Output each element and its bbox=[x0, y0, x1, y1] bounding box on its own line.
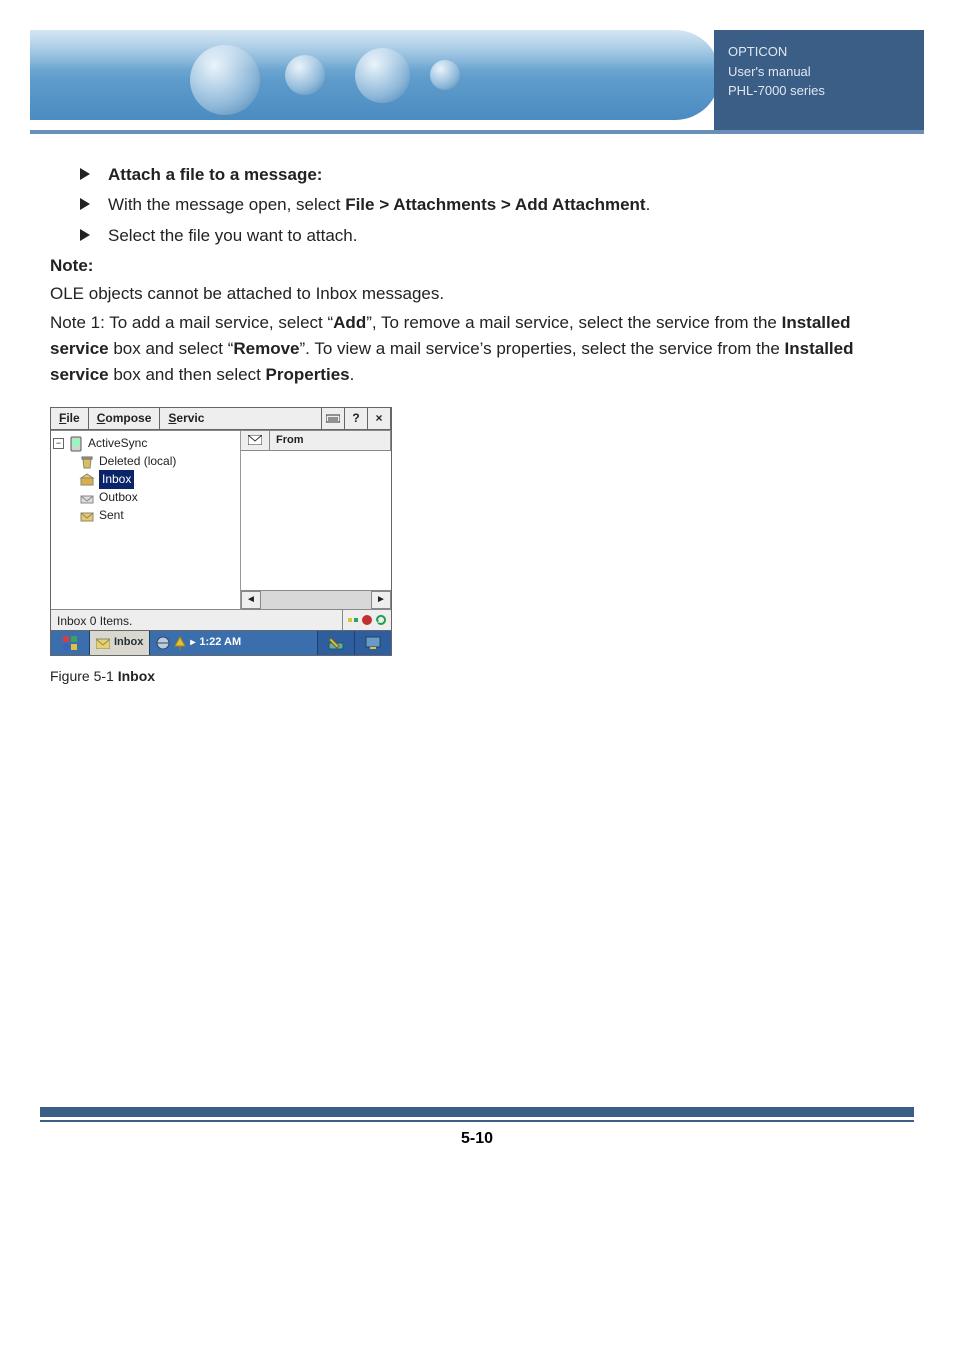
menu-keyboard-icon[interactable] bbox=[322, 408, 345, 430]
page-footer: 5-10 bbox=[40, 1107, 914, 1148]
bullet-select-file: Select the file you want to attach. bbox=[50, 223, 904, 249]
menu-file[interactable]: File bbox=[51, 408, 89, 430]
tree-sent[interactable]: Sent bbox=[53, 507, 238, 525]
tree-deleted[interactable]: Deleted (local) bbox=[53, 453, 238, 471]
brand-line2: User's manual bbox=[728, 62, 910, 82]
tree-inbox-label: Inbox bbox=[99, 470, 134, 489]
scroll-left-icon[interactable]: ◄ bbox=[241, 591, 261, 609]
taskbar-desktop[interactable] bbox=[355, 631, 391, 655]
status-text: Inbox 0 Items. bbox=[51, 610, 343, 630]
h-scrollbar[interactable]: ◄ ► bbox=[241, 590, 391, 609]
bullet-attach-text: Attach a file to a message: bbox=[108, 165, 322, 184]
bullet2-post: . bbox=[646, 195, 651, 214]
status-bar: Inbox 0 Items. bbox=[51, 609, 391, 630]
menu-bar: File Compose Servic ? × bbox=[51, 408, 391, 431]
status-icons[interactable] bbox=[343, 610, 391, 630]
inbox-screenshot: File Compose Servic ? × − ActiveSync bbox=[50, 407, 392, 656]
collapse-icon[interactable]: − bbox=[53, 438, 64, 449]
taskbar-sip[interactable] bbox=[318, 631, 355, 655]
taskbar-tray[interactable]: ▸ 1:22 AM bbox=[150, 631, 318, 655]
network-icon bbox=[156, 636, 170, 650]
scroll-right-icon[interactable]: ► bbox=[371, 591, 391, 609]
bullet2-pre: With the message open, select bbox=[108, 195, 345, 214]
taskbar-time: 1:22 AM bbox=[199, 634, 241, 651]
connect-icon bbox=[347, 614, 359, 626]
bullet-open-attach: With the message open, select File > Att… bbox=[50, 192, 904, 218]
taskbar-app-inbox[interactable]: Inbox bbox=[90, 631, 150, 655]
header-separator bbox=[30, 130, 924, 134]
sent-icon bbox=[79, 508, 95, 524]
trash-icon bbox=[79, 454, 95, 470]
tree-root-activesync[interactable]: − ActiveSync bbox=[53, 435, 238, 453]
brand-line3: PHL-7000 series bbox=[728, 81, 910, 101]
page-number: 5-10 bbox=[40, 1130, 914, 1148]
brand-name: OPTICON bbox=[728, 42, 910, 62]
start-button[interactable] bbox=[51, 631, 90, 655]
taskbar: Inbox ▸ 1:22 AM bbox=[51, 630, 391, 655]
satellite-icon bbox=[174, 636, 186, 650]
figure-caption: Figure 5-1 Inbox bbox=[50, 666, 904, 688]
folder-tree[interactable]: − ActiveSync Deleted (local) bbox=[51, 431, 241, 609]
header-brand-box: OPTICON User's manual PHL-7000 series bbox=[714, 30, 924, 130]
page-header: OPTICON User's manual PHL-7000 series bbox=[30, 30, 924, 130]
bullet-marker-icon bbox=[80, 229, 90, 241]
desktop-icon bbox=[365, 636, 381, 650]
bullet-marker-icon bbox=[80, 198, 90, 210]
col-envelope-icon[interactable] bbox=[241, 431, 270, 450]
tree-outbox[interactable]: Outbox bbox=[53, 489, 238, 507]
scroll-track[interactable] bbox=[261, 591, 371, 609]
app-inbox-icon bbox=[96, 637, 110, 649]
note1-paragraph: Note 1: To add a mail service, select “A… bbox=[50, 310, 904, 389]
pen-icon bbox=[328, 636, 344, 650]
tree-inbox[interactable]: Inbox bbox=[53, 471, 238, 489]
start-icon bbox=[62, 635, 78, 651]
col-from[interactable]: From bbox=[270, 431, 391, 450]
stop-icon bbox=[361, 614, 373, 626]
message-list: From ◄ ► bbox=[241, 431, 391, 609]
inbox-icon bbox=[79, 472, 95, 488]
bullet2-bold: File > Attachments > Add Attachment bbox=[345, 195, 645, 214]
bullet3-text: Select the file you want to attach. bbox=[108, 226, 357, 245]
note-label: Note: bbox=[50, 256, 93, 275]
menu-help[interactable]: ? bbox=[345, 408, 368, 430]
header-graphic bbox=[30, 30, 720, 120]
bullet-attach: Attach a file to a message: bbox=[50, 162, 904, 188]
bullet-marker-icon bbox=[80, 168, 90, 180]
refresh-icon bbox=[375, 614, 387, 626]
pda-icon bbox=[68, 436, 84, 452]
outbox-icon bbox=[79, 490, 95, 506]
menu-compose[interactable]: Compose bbox=[89, 408, 161, 430]
menu-close[interactable]: × bbox=[368, 408, 391, 430]
message-list-body[interactable] bbox=[241, 451, 391, 590]
menu-service[interactable]: Servic bbox=[160, 408, 322, 430]
note-line: OLE objects cannot be attached to Inbox … bbox=[50, 281, 904, 307]
